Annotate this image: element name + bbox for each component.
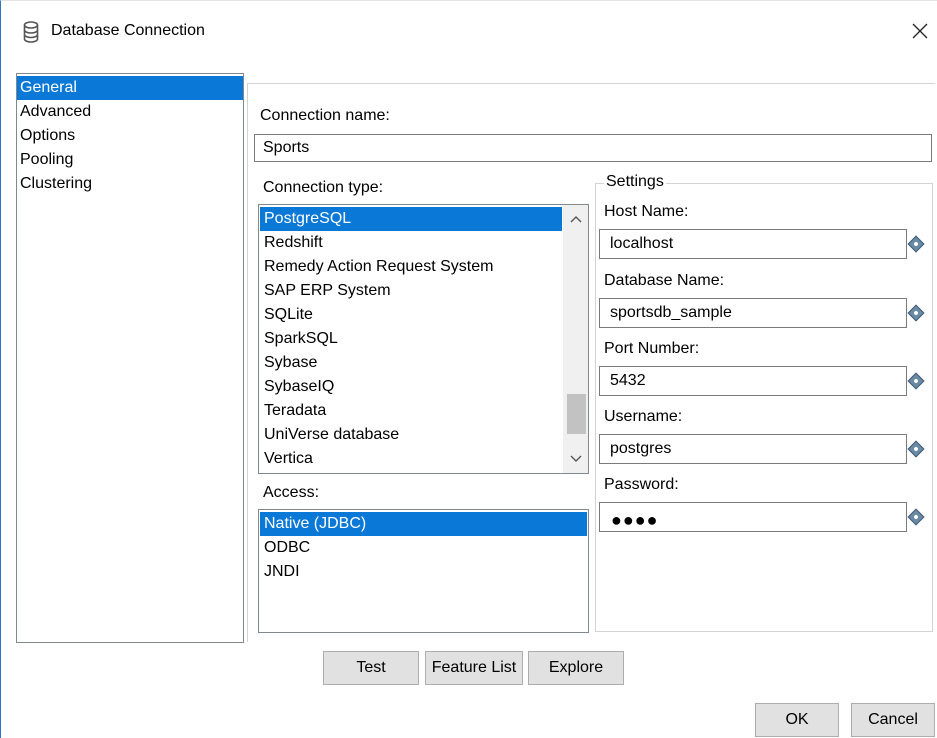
database-connection-dialog: Database Connection General Advanced Opt… — [0, 0, 937, 738]
list-item[interactable]: SybaseIQ — [260, 375, 562, 399]
list-item[interactable]: Native (JDBC) — [260, 512, 587, 536]
nav-item-general[interactable]: General — [17, 76, 243, 100]
explore-button[interactable]: Explore — [528, 651, 624, 685]
list-item[interactable]: JNDI — [260, 560, 587, 584]
list-item[interactable]: SQLite — [260, 303, 562, 327]
category-nav: General Advanced Options Pooling Cluster… — [16, 73, 244, 643]
list-item[interactable]: Redshift — [260, 231, 562, 255]
database-icon — [23, 21, 39, 43]
host-name-label: Host Name: — [604, 203, 689, 220]
list-item[interactable]: SparkSQL — [260, 327, 562, 351]
connection-type-list[interactable]: PostgreSQL Redshift Remedy Action Reques… — [258, 204, 589, 474]
nav-item-clustering[interactable]: Clustering — [17, 172, 243, 196]
list-item[interactable]: Sybase — [260, 351, 562, 375]
chevron-up-icon[interactable] — [563, 207, 588, 231]
close-icon — [912, 23, 928, 39]
scrollbar-thumb[interactable] — [567, 394, 586, 434]
list-item[interactable]: Teradata — [260, 399, 562, 423]
ok-button[interactable]: OK — [755, 703, 839, 737]
chevron-down-icon[interactable] — [563, 447, 588, 471]
connection-type-label: Connection type: — [263, 179, 384, 196]
list-item[interactable]: SAP ERP System — [260, 279, 562, 303]
list-item[interactable]: ODBC — [260, 536, 587, 560]
port-number-input[interactable] — [599, 366, 907, 396]
feature-list-button[interactable]: Feature List — [425, 651, 523, 685]
list-item[interactable]: Vertica — [260, 447, 562, 471]
username-label: Username: — [604, 408, 683, 425]
username-input[interactable] — [599, 434, 907, 464]
database-name-label: Database Name: — [604, 272, 725, 289]
host-name-input[interactable] — [599, 229, 907, 259]
settings-group-title: Settings — [604, 173, 666, 191]
cancel-button[interactable]: Cancel — [851, 703, 935, 737]
close-button[interactable] — [907, 19, 933, 45]
test-button[interactable]: Test — [323, 651, 419, 685]
window-title: Database Connection — [51, 22, 205, 39]
password-mask: ●●●● — [611, 510, 659, 530]
connection-name-label: Connection name: — [260, 107, 390, 124]
connection-name-input[interactable] — [254, 134, 932, 162]
list-item[interactable]: UniVerse database — [260, 423, 562, 447]
access-label: Access: — [263, 484, 320, 501]
access-list[interactable]: Native (JDBC) ODBC JNDI — [258, 509, 589, 633]
list-item[interactable]: PostgreSQL — [260, 207, 562, 231]
password-input[interactable]: ●●●● — [599, 502, 907, 532]
nav-item-pooling[interactable]: Pooling — [17, 148, 243, 172]
port-number-label: Port Number: — [604, 340, 700, 357]
list-item[interactable]: Remedy Action Request System — [260, 255, 562, 279]
database-name-input[interactable] — [599, 298, 907, 328]
title-bar: Database Connection — [1, 1, 937, 63]
nav-item-advanced[interactable]: Advanced — [17, 100, 243, 124]
list-scrollbar[interactable] — [563, 205, 588, 473]
password-label: Password: — [604, 476, 679, 493]
nav-item-options[interactable]: Options — [17, 124, 243, 148]
